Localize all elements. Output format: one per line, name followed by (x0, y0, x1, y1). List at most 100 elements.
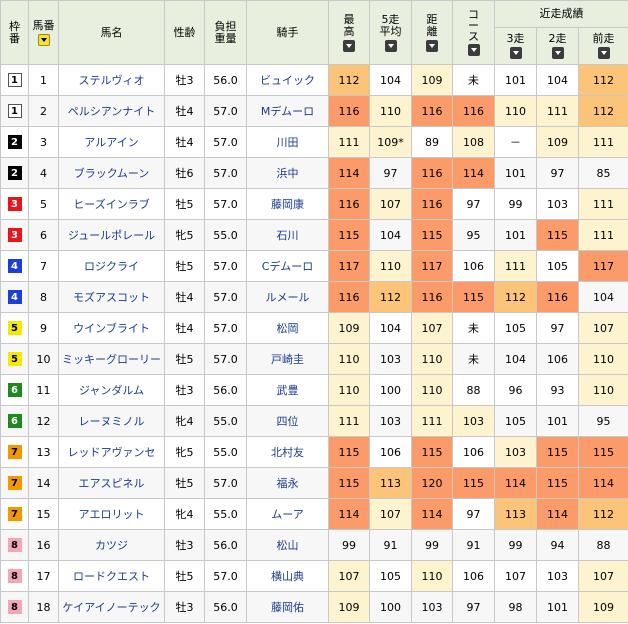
sexage-cell: 牡4 (164, 95, 205, 127)
horse-name-link[interactable]: ジャンダルム (58, 374, 165, 406)
sexage-cell: 牝4 (164, 498, 205, 530)
r1-cell: 107 (578, 312, 628, 344)
jockey-link[interactable]: 川田 (246, 126, 329, 158)
dist-cell: 99 (411, 529, 453, 561)
jockey-link[interactable]: 藤岡康 (246, 188, 329, 220)
jockey-link[interactable]: 福永 (246, 467, 329, 499)
col-r2[interactable]: 2走 (536, 27, 579, 65)
sort-dist-icon[interactable] (426, 39, 438, 52)
table-row: 2 3 アルアイン 牡4 57.0 川田 111 109* 89 108 － 109 111 (0, 126, 628, 158)
r2-cell: 115 (536, 436, 579, 468)
waku-badge: 8 (7, 538, 22, 552)
horse-name-link[interactable]: ステルヴィオ (58, 64, 165, 96)
jockey-link[interactable]: ムーア (246, 498, 329, 530)
jockey-link[interactable]: 四位 (246, 405, 329, 437)
r2-cell: 101 (536, 591, 579, 623)
umaban-cell: 18 (28, 591, 59, 623)
horse-name-link[interactable]: ロードクエスト (58, 560, 165, 592)
jockey-link[interactable]: ビュイック (246, 64, 329, 96)
col-r1[interactable]: 前走 (578, 27, 628, 65)
horse-name-link[interactable]: モズアスコット (58, 281, 165, 313)
col-umaban[interactable]: 馬番 (28, 0, 59, 65)
dist-cell: 110 (411, 374, 453, 406)
max-cell: 116 (328, 281, 370, 313)
col-avg5[interactable]: 5走平均 (369, 0, 412, 65)
jockey-link[interactable]: 横山典 (246, 560, 329, 592)
r3-cell: 96 (494, 374, 537, 406)
waku-cell: 3 (0, 219, 29, 251)
horse-name-link[interactable]: アルアイン (58, 126, 165, 158)
horse-name-link[interactable]: ケイアイノーテック (58, 591, 165, 623)
weight-cell: 56.0 (204, 591, 247, 623)
sort-r3-icon[interactable] (509, 47, 522, 59)
jockey-link[interactable]: 藤岡佑 (246, 591, 329, 623)
jockey-link[interactable]: 浜中 (246, 157, 329, 189)
dist-cell: 117 (411, 250, 453, 282)
weight-cell: 56.0 (204, 529, 247, 561)
col-recent-group: 近走成績 (494, 0, 628, 28)
course-cell: 未 (452, 343, 495, 375)
r3-cell: 107 (494, 560, 537, 592)
horse-name-link[interactable]: ペルシアンナイト (58, 95, 165, 127)
horse-name-link[interactable]: カツジ (58, 529, 165, 561)
jockey-link[interactable]: Cデムーロ (246, 250, 329, 282)
weight-cell: 55.0 (204, 405, 247, 437)
waku-badge: 5 (7, 321, 22, 335)
horse-name-link[interactable]: ウインブライト (58, 312, 165, 344)
sort-course-icon[interactable] (467, 44, 480, 56)
sort-max-icon[interactable] (343, 39, 355, 52)
col-r3[interactable]: 3走 (494, 27, 537, 65)
table-row: 4 8 モズアスコット 牡4 57.0 ルメール 116 112 116 115 112 116 104 (0, 281, 628, 313)
avg5-cell: 100 (369, 591, 412, 623)
horse-name-link[interactable]: レッドアヴァンセ (58, 436, 165, 468)
r1-cell: 112 (578, 498, 628, 530)
horse-name-link[interactable]: ミッキーグローリー (58, 343, 165, 375)
sort-r1-icon[interactable] (597, 47, 610, 59)
col-dist[interactable]: 距離 (411, 0, 453, 65)
table-row: 3 5 ヒーズインラブ 牡5 57.0 藤岡康 116 107 116 97 99 103 111 (0, 188, 628, 220)
sexage-cell: 牡3 (164, 374, 205, 406)
jockey-link[interactable]: 石川 (246, 219, 329, 251)
horse-name-link[interactable]: ブラックムーン (58, 157, 165, 189)
jockey-link[interactable]: 北村友 (246, 436, 329, 468)
avg5-cell: 104 (369, 219, 412, 251)
r2-cell: 97 (536, 157, 579, 189)
umaban-cell: 15 (28, 498, 59, 530)
horse-name-link[interactable]: ロジクライ (58, 250, 165, 282)
dist-cell: 116 (411, 95, 453, 127)
weight-cell: 56.0 (204, 374, 247, 406)
table-row: 8 18 ケイアイノーテック 牡3 56.0 藤岡佑 109 100 103 97 98 101 109 (0, 591, 628, 623)
r3-cell: 104 (494, 343, 537, 375)
col-course[interactable]: コース (452, 0, 495, 65)
table-row: 8 16 カツジ 牡3 56.0 松山 99 91 99 91 99 94 88 (0, 529, 628, 561)
sort-umaban-icon[interactable] (37, 33, 50, 46)
col-max[interactable]: 最高 (328, 0, 370, 65)
jockey-link[interactable]: 松岡 (246, 312, 329, 344)
dist-cell: 114 (411, 498, 453, 530)
r2-cell: 101 (536, 405, 579, 437)
r2-cell: 114 (536, 498, 579, 530)
jockey-link[interactable]: 戸崎圭 (246, 343, 329, 375)
jockey-link[interactable]: 武豊 (246, 374, 329, 406)
sexage-cell: 牡5 (164, 250, 205, 282)
dist-cell: 120 (411, 467, 453, 499)
r2-cell: 104 (536, 64, 579, 96)
horse-name-link[interactable]: エアスピネル (58, 467, 165, 499)
jockey-link[interactable]: Mデムーロ (246, 95, 329, 127)
waku-badge: 3 (7, 197, 22, 211)
r3-cell: 101 (494, 219, 537, 251)
horse-name-link[interactable]: レーヌミノル (58, 405, 165, 437)
avg5-cell: 107 (369, 188, 412, 220)
jockey-link[interactable]: 松山 (246, 529, 329, 561)
horse-name-link[interactable]: アエロリット (58, 498, 165, 530)
r1-cell: 95 (578, 405, 628, 437)
dist-cell: 89 (411, 126, 453, 158)
max-cell: 115 (328, 436, 370, 468)
sort-avg5-icon[interactable] (384, 39, 397, 52)
sort-r2-icon[interactable] (551, 47, 564, 59)
umaban-cell: 5 (28, 188, 59, 220)
horse-name-link[interactable]: ヒーズインラブ (58, 188, 165, 220)
jockey-link[interactable]: ルメール (246, 281, 329, 313)
umaban-cell: 11 (28, 374, 59, 406)
horse-name-link[interactable]: ジュールポレール (58, 219, 165, 251)
